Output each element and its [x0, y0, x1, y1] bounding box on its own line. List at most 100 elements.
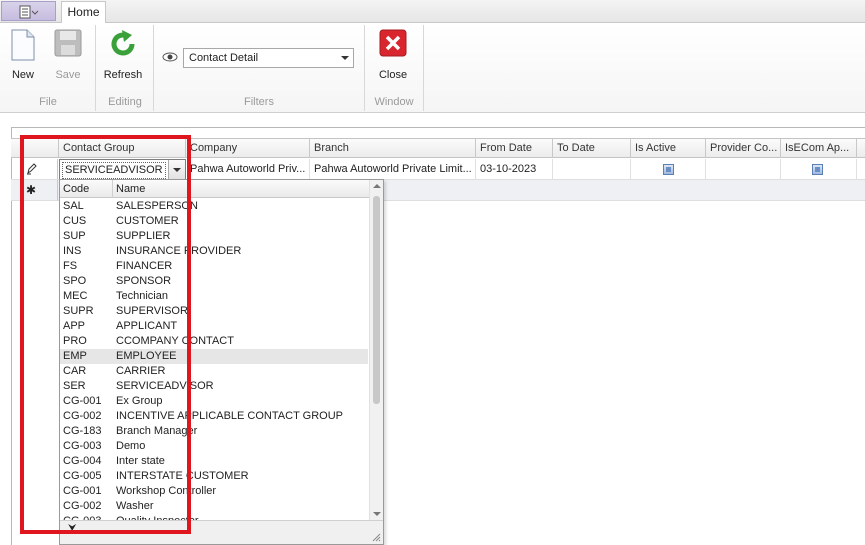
column-header-contact-group[interactable]: Contact Group	[59, 139, 186, 158]
dropdown-item-code: CG-002	[63, 500, 102, 512]
refresh-button[interactable]: Refresh	[100, 27, 146, 87]
dropdown-item[interactable]: CG-005 INTERSTATE CUSTOMER	[60, 469, 368, 484]
column-header-from-date[interactable]: From Date	[476, 139, 553, 158]
dropdown-scrollbar[interactable]	[369, 180, 383, 520]
application-menu-button[interactable]	[1, 1, 56, 21]
dropdown-item[interactable]: CG-002 INCENTIVE APPLICABLE CONTACT GROUP	[60, 409, 368, 424]
dropdown-item-code: SPO	[63, 275, 87, 287]
row-indicator	[11, 159, 58, 179]
cell-is-active[interactable]	[631, 159, 706, 179]
dropdown-item-name: Washer	[116, 500, 154, 512]
dropdown-item-code: CUS	[63, 215, 87, 227]
cell-is-ecom[interactable]	[781, 159, 857, 179]
dropdown-list: SAL SALESPERSON CUS CUSTOMER SUP SUPPLIER INS I…	[60, 199, 368, 529]
dropdown-item-name: INCENTIVE APPLICABLE CONTACT GROUP	[116, 410, 343, 422]
contact-group-combo-value[interactable]: SERVICEADVISOR	[62, 162, 166, 179]
dropdown-item[interactable]: PRO CCOMPANY CONTACT	[60, 334, 368, 349]
dropdown-item-name: EMPLOYEE	[116, 350, 177, 362]
close-icon	[379, 29, 407, 57]
dropdown-item[interactable]: SAL SALESPERSON	[60, 199, 368, 214]
dropdown-item[interactable]: CAR CARRIER	[60, 364, 368, 379]
grid-header-indicator	[11, 139, 59, 158]
dropdown-item[interactable]: SPO SPONSOR	[60, 274, 368, 289]
dropdown-item-name: CARRIER	[116, 365, 166, 377]
ribbon-panel: New Save File Refresh Editing Contact De…	[0, 23, 865, 113]
scroll-down-icon[interactable]	[373, 512, 381, 516]
save-disk-icon	[54, 29, 82, 57]
dropdown-item-name: Technician	[116, 290, 168, 302]
dropdown-item-name: CCOMPANY CONTACT	[116, 335, 234, 347]
dropdown-column-code[interactable]: Code	[60, 180, 113, 198]
dropdown-item-code: SAL	[63, 200, 84, 212]
chevron-down-icon[interactable]: ⮟	[68, 523, 77, 534]
dropdown-item[interactable]: INS INSURANCE PROVIDER	[60, 244, 368, 259]
dropdown-item-code: SER	[63, 380, 86, 392]
tab-home[interactable]: Home	[61, 1, 106, 24]
scrollbar-thumb[interactable]	[373, 196, 380, 404]
cell-branch[interactable]: Pahwa Autoworld Private Limit...	[310, 159, 476, 179]
new-button-label: New	[11, 69, 34, 81]
dropdown-item-name: SALESPERSON	[116, 200, 198, 212]
dropdown-item-code: MEC	[63, 290, 88, 302]
dropdown-column-name[interactable]: Name	[113, 180, 370, 198]
dropdown-item-code: PRO	[63, 335, 87, 347]
column-header-branch[interactable]: Branch	[310, 139, 476, 158]
dropdown-item[interactable]: CG-002 Washer	[60, 499, 368, 514]
close-button-label: Close	[378, 69, 408, 81]
column-header-company[interactable]: Company	[186, 139, 310, 158]
new-row-star-icon: ✱	[26, 183, 37, 197]
dropdown-item[interactable]: FS FINANCER	[60, 259, 368, 274]
column-header-is-active[interactable]: Is Active	[631, 139, 706, 158]
dropdown-item-code: CG-002	[63, 410, 102, 422]
dropdown-footer: ⮟	[60, 520, 383, 544]
is-ecom-checkbox[interactable]	[812, 164, 823, 175]
cell-provider-code[interactable]	[706, 159, 781, 179]
column-header-provider-code[interactable]: Provider Co...	[706, 139, 781, 158]
dropdown-item[interactable]: SER SERVICEADVISOR	[60, 379, 368, 394]
new-document-icon	[11, 29, 35, 61]
dropdown-item-code: INS	[63, 245, 82, 257]
cell-to-date[interactable]	[553, 159, 631, 179]
dropdown-item-name: Inter state	[116, 455, 165, 467]
group-label-filters: Filters	[244, 96, 274, 108]
dropdown-item-name: INTERSTATE CUSTOMER	[116, 470, 249, 482]
close-button[interactable]: Close	[372, 27, 414, 87]
save-button-label: Save	[55, 69, 81, 81]
dropdown-item-code: CG-004	[63, 455, 102, 467]
dropdown-item[interactable]: EMP EMPLOYEE	[60, 349, 368, 364]
new-button[interactable]: New	[4, 27, 42, 87]
filter-select-value: Contact Detail	[189, 52, 259, 64]
is-active-checkbox[interactable]	[663, 164, 674, 175]
dropdown-item[interactable]: CG-001 Workshop Controller	[60, 484, 368, 499]
scroll-up-icon[interactable]	[373, 184, 381, 188]
dropdown-item[interactable]: CUS CUSTOMER	[60, 214, 368, 229]
group-label-window: Window	[374, 96, 414, 108]
dropdown-item[interactable]: CG-001 Ex Group	[60, 394, 368, 409]
dropdown-item-code: CG-183	[63, 425, 102, 437]
cell-company[interactable]: Pahwa Autoworld Priv...	[186, 159, 310, 179]
save-button[interactable]: Save	[48, 27, 88, 87]
dropdown-item[interactable]: CG-004 Inter state	[60, 454, 368, 469]
dropdown-item-name: APPLICANT	[116, 320, 178, 332]
cell-from-date[interactable]: 03-10-2023	[476, 159, 553, 179]
dropdown-item[interactable]: CG-183 Branch Manager	[60, 424, 368, 439]
dropdown-item[interactable]: SUPR SUPERVISOR	[60, 304, 368, 319]
dropdown-item-code: CAR	[63, 365, 87, 377]
dropdown-item[interactable]: MEC Technician	[60, 289, 368, 304]
resize-grip-icon[interactable]	[371, 532, 381, 542]
dropdown-item[interactable]: SUP SUPPLIER	[60, 229, 368, 244]
filter-select[interactable]: Contact Detail	[183, 48, 354, 68]
dropdown-item-code: SUP	[63, 230, 86, 242]
refresh-button-label: Refresh	[103, 69, 143, 81]
column-header-to-date[interactable]: To Date	[553, 139, 631, 158]
chevron-down-icon	[341, 56, 349, 60]
dropdown-item[interactable]: APP APPLICANT	[60, 319, 368, 334]
contact-group-dropdown[interactable]: Code Name SAL SALESPERSON CUS CUSTOMER SUP SU…	[59, 179, 384, 545]
combo-dropdown-button[interactable]	[168, 160, 185, 179]
dropdown-item-code: FS	[63, 260, 78, 272]
column-header-is-ecom[interactable]: IsECom Ap...	[781, 139, 857, 158]
dropdown-item-name: CUSTOMER	[116, 215, 179, 227]
contact-group-combo[interactable]: SERVICEADVISOR	[59, 159, 186, 180]
dropdown-item[interactable]: CG-003 Demo	[60, 439, 368, 454]
eye-icon[interactable]	[162, 52, 178, 62]
